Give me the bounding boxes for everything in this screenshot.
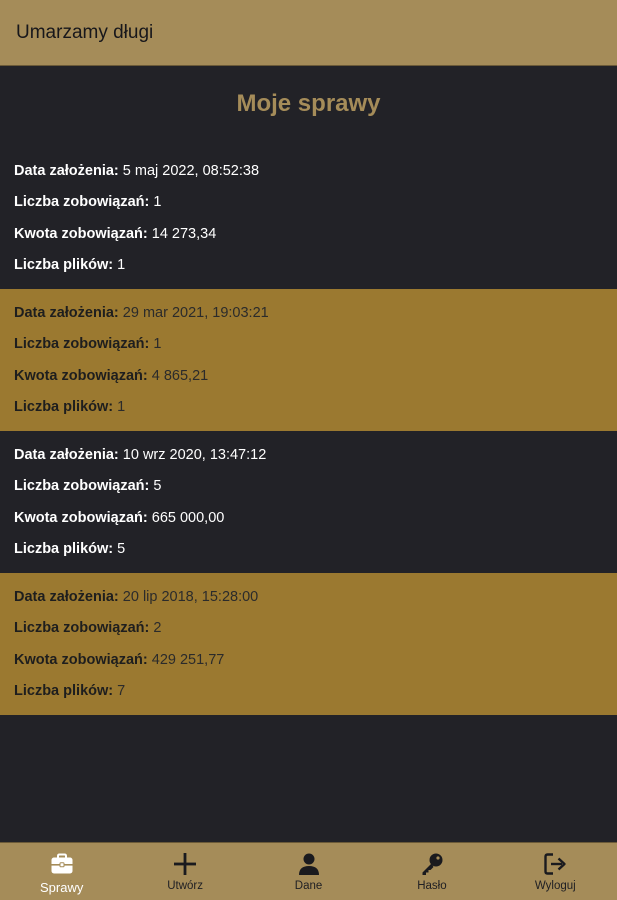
nav-label-password: Hasło [417, 880, 447, 892]
case-files-count-label: Liczba plików: [14, 257, 114, 273]
case-obligations-count-value: 5 [153, 478, 162, 494]
case-obligations-amount-value: 665 000,00 [151, 510, 225, 526]
case-files-count-label: Liczba plików: [14, 541, 114, 557]
nav-label-create: Utwórz [167, 880, 203, 892]
briefcase-icon [51, 853, 73, 874]
case-item[interactable]: Data założenia: 29 mar 2021, 19:03:21 Li… [0, 289, 617, 431]
nav-label-profile: Dane [294, 880, 323, 892]
case-list: Data założenia: 5 maj 2022, 08:52:38 Lic… [0, 147, 617, 715]
case-obligations-count-label: Liczba zobowiązań: [14, 194, 150, 210]
nav-item-password[interactable]: Hasło [370, 843, 493, 900]
bottom-navigation: Sprawy Utwórz Dane Hasło Wyloguj [0, 842, 617, 900]
case-obligations-count-row: Liczba zobowiązań: 5 [14, 478, 161, 494]
case-created-label: Data założenia: [14, 447, 119, 463]
case-created-value: 10 wrz 2020, 13:47:12 [122, 447, 267, 463]
key-icon [422, 853, 443, 875]
case-obligations-amount-row: Kwota zobowiązań: 429 251,77 [14, 652, 224, 668]
plus-icon [174, 853, 197, 875]
case-files-count-value: 1 [117, 257, 126, 273]
case-created-value: 29 mar 2021, 19:03:21 [122, 305, 269, 321]
case-files-count-row: Liczba plików: 1 [14, 257, 125, 273]
case-item[interactable]: Data założenia: 5 maj 2022, 08:52:38 Lic… [0, 147, 617, 289]
case-files-count-value: 7 [117, 683, 126, 699]
case-obligations-count-label: Liczba zobowiązań: [14, 336, 150, 352]
case-obligations-amount-value: 4 865,21 [151, 368, 209, 384]
case-obligations-count-value: 2 [153, 620, 162, 636]
case-obligations-count-label: Liczba zobowiązań: [14, 478, 150, 494]
person-icon [298, 853, 319, 875]
case-files-count-label: Liczba plików: [14, 683, 114, 699]
cases-screen: Moje sprawy Data założenia: 5 maj 2022, … [0, 66, 617, 842]
case-files-count-row: Liczba plików: 1 [14, 399, 125, 415]
case-obligations-count-row: Liczba zobowiązań: 2 [14, 620, 161, 636]
logout-icon [544, 853, 567, 875]
case-files-count-row: Liczba plików: 7 [14, 683, 125, 699]
case-obligations-amount-value: 14 273,34 [151, 226, 217, 242]
case-obligations-amount-label: Kwota zobowiązań: [14, 510, 148, 526]
case-files-count-value: 1 [117, 399, 126, 415]
page-title: Moje sprawy [236, 90, 381, 117]
case-item[interactable]: Data założenia: 10 wrz 2020, 13:47:12 Li… [0, 431, 617, 573]
case-obligations-amount-row: Kwota zobowiązań: 14 273,34 [14, 226, 216, 242]
case-files-count-label: Liczba plików: [14, 399, 114, 415]
case-created-row: Data założenia: 10 wrz 2020, 13:47:12 [14, 447, 266, 463]
case-item[interactable]: Data założenia: 20 lip 2018, 15:28:00 Li… [0, 573, 617, 715]
case-files-count-value: 5 [117, 541, 126, 557]
case-created-value: 5 maj 2022, 08:52:38 [122, 163, 260, 179]
case-created-label: Data założenia: [14, 163, 119, 179]
case-created-row: Data założenia: 20 lip 2018, 15:28:00 [14, 589, 258, 605]
case-created-row: Data założenia: 29 mar 2021, 19:03:21 [14, 305, 269, 321]
nav-item-create[interactable]: Utwórz [123, 843, 246, 900]
case-obligations-amount-row: Kwota zobowiązań: 4 865,21 [14, 368, 208, 384]
case-obligations-amount-value: 429 251,77 [151, 652, 225, 668]
case-obligations-amount-label: Kwota zobowiązań: [14, 226, 148, 242]
app-title: Umarzamy długi [16, 22, 154, 43]
case-obligations-amount-label: Kwota zobowiązań: [14, 652, 148, 668]
case-obligations-amount-label: Kwota zobowiązań: [14, 368, 148, 384]
case-obligations-count-row: Liczba zobowiązań: 1 [14, 336, 161, 352]
case-created-label: Data założenia: [14, 305, 119, 321]
case-obligations-count-row: Liczba zobowiązań: 1 [14, 194, 161, 210]
nav-label-logout: Wyloguj [534, 880, 576, 892]
case-obligations-count-value: 1 [153, 194, 162, 210]
nav-label-cases: Sprawy [40, 880, 84, 895]
case-created-label: Data założenia: [14, 589, 119, 605]
case-obligations-count-value: 1 [153, 336, 162, 352]
nav-item-logout[interactable]: Wyloguj [494, 843, 617, 900]
nav-item-cases[interactable]: Sprawy [0, 843, 123, 900]
nav-item-profile[interactable]: Dane [247, 843, 370, 900]
case-obligations-amount-row: Kwota zobowiązań: 665 000,00 [14, 510, 224, 526]
case-created-value: 20 lip 2018, 15:28:00 [122, 589, 259, 605]
case-files-count-row: Liczba plików: 5 [14, 541, 125, 557]
case-created-row: Data założenia: 5 maj 2022, 08:52:38 [14, 163, 259, 179]
app-bar: Umarzamy długi [0, 0, 617, 66]
case-obligations-count-label: Liczba zobowiązań: [14, 620, 150, 636]
